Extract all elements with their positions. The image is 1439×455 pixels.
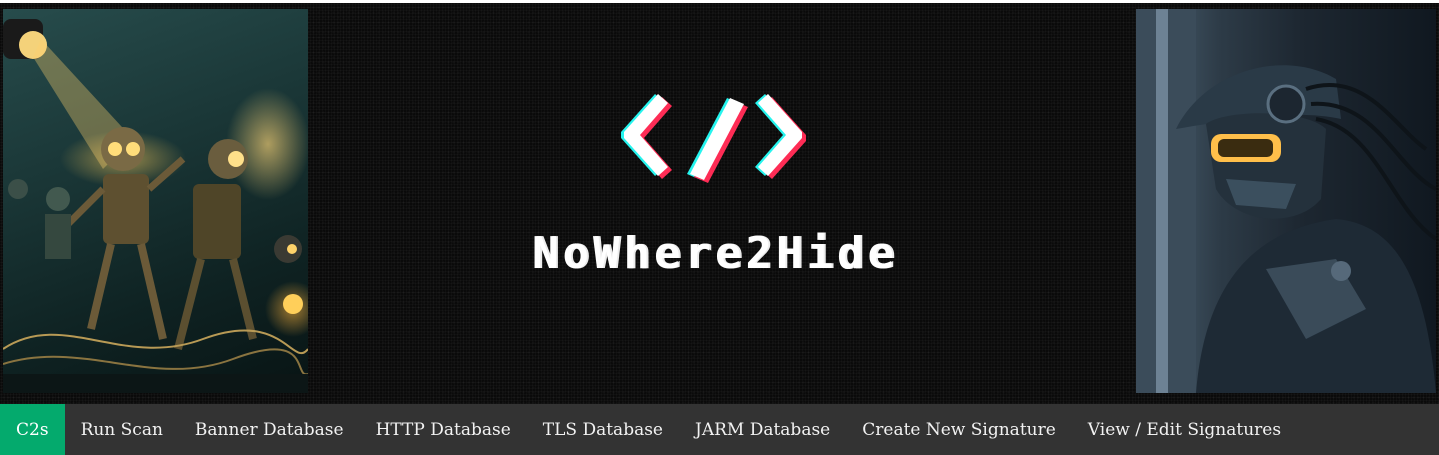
left-banner-image — [3, 9, 308, 393]
nav-item-banner-database[interactable]: Banner Database — [179, 404, 360, 455]
cyborg-hacker-illustration — [1136, 9, 1436, 393]
nav-item-create-new-signature[interactable]: Create New Signature — [846, 404, 1072, 455]
nav-item-jarm-database[interactable]: JARM Database — [679, 404, 846, 455]
code-brackets-icon — [621, 94, 806, 183]
nav-item-view-edit-signatures[interactable]: View / Edit Signatures — [1072, 404, 1297, 455]
robots-dancing-illustration — [3, 19, 308, 393]
top-navbar: C2s Run Scan Banner Database HTTP Databa… — [0, 404, 1439, 455]
nav-item-http-database[interactable]: HTTP Database — [360, 404, 527, 455]
site-title: NoWhere2Hide — [532, 228, 898, 279]
nav-item-c2s[interactable]: C2s — [0, 404, 65, 455]
right-banner-image — [1136, 9, 1436, 393]
nav-item-tls-database[interactable]: TLS Database — [527, 404, 679, 455]
header-banner: NoWhere2Hide — [0, 3, 1439, 404]
site-logo: NoWhere2Hide — [470, 93, 960, 293]
nav-item-run-scan[interactable]: Run Scan — [65, 404, 179, 455]
